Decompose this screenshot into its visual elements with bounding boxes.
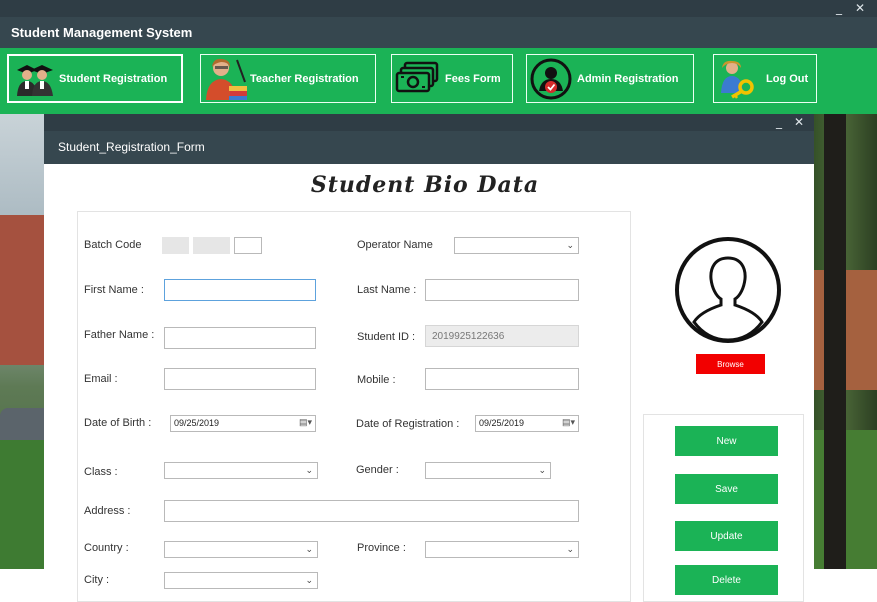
new-button[interactable]: New <box>675 426 778 456</box>
app-window: _ ✕ Student Management System Student Re… <box>0 0 877 602</box>
operator-name-label: Operator Name <box>357 239 433 251</box>
background-tree-trunk <box>824 114 846 569</box>
nav-fees-form-label: Fees Form <box>445 72 501 85</box>
calendar-dropdown-icon: ▤▾ <box>298 417 312 427</box>
nav-log-out-label: Log Out <box>766 72 809 85</box>
city-select[interactable]: ⌄ <box>164 572 318 589</box>
province-select[interactable]: ⌄ <box>425 541 579 558</box>
chevron-down-icon: ⌄ <box>566 544 574 554</box>
last-name-input[interactable] <box>425 279 579 301</box>
form-window-title: Student_Registration_Form <box>58 140 205 154</box>
dob-label: Date of Birth : <box>84 417 152 429</box>
chevron-down-icon: ⌄ <box>305 575 313 585</box>
nav-teacher-registration-label: Teacher Registration <box>250 72 359 85</box>
first-name-input[interactable] <box>164 279 316 301</box>
user-avatar-icon <box>675 237 781 343</box>
batch-code-part3[interactable] <box>234 237 262 254</box>
browse-button[interactable]: Browse <box>696 354 765 374</box>
students-icon <box>17 65 53 96</box>
background-lawn <box>0 440 44 569</box>
logout-key-icon <box>721 60 754 99</box>
email-label: Email : <box>84 373 118 385</box>
form-close-button[interactable]: ✕ <box>794 116 804 128</box>
calendar-dropdown-icon: ▤▾ <box>561 417 575 427</box>
father-name-label: Father Name : <box>84 329 155 341</box>
money-icon <box>395 61 439 93</box>
mobile-input[interactable] <box>425 368 579 390</box>
chevron-down-icon: ⌄ <box>566 240 574 250</box>
dob-picker[interactable]: 09/25/2019 ▤▾ <box>170 415 316 432</box>
save-button[interactable]: Save <box>675 474 778 504</box>
form-heading: Student Bio Data <box>310 172 540 198</box>
delete-button[interactable]: Delete <box>675 565 778 595</box>
admin-icon <box>530 58 572 100</box>
form-minimize-button[interactable]: _ <box>776 116 782 128</box>
form-window-top-strip <box>44 114 814 131</box>
chevron-down-icon: ⌄ <box>305 544 313 554</box>
first-name-label: First Name : <box>84 284 144 296</box>
teacher-icon <box>206 58 247 100</box>
country-label: Country : <box>84 542 129 554</box>
background-building <box>0 215 44 365</box>
nav-admin-registration[interactable]: Admin Registration <box>526 54 694 103</box>
update-button[interactable]: Update <box>675 521 778 551</box>
operator-name-select[interactable]: ⌄ <box>454 237 579 254</box>
dor-picker[interactable]: 09/25/2019 ▤▾ <box>475 415 579 432</box>
student-id-label: Student ID : <box>357 331 416 343</box>
address-label: Address : <box>84 505 131 517</box>
dor-value: 09/25/2019 <box>479 418 525 428</box>
minimize-button[interactable]: _ <box>836 2 842 14</box>
nav-student-registration[interactable]: Student Registration <box>7 54 183 103</box>
dob-value: 09/25/2019 <box>174 418 220 428</box>
last-name-label: Last Name : <box>357 284 417 296</box>
background-car <box>0 408 44 444</box>
city-label: City : <box>84 574 110 586</box>
app-title: Student Management System <box>11 25 193 40</box>
province-label: Province : <box>357 542 406 554</box>
nav-log-out[interactable]: Log Out <box>713 54 817 103</box>
student-id-field[interactable] <box>425 325 579 347</box>
class-label: Class : <box>84 466 118 478</box>
father-name-input[interactable] <box>164 327 316 349</box>
chevron-down-icon: ⌄ <box>538 465 546 475</box>
mobile-label: Mobile : <box>357 374 396 386</box>
chevron-down-icon: ⌄ <box>305 465 313 475</box>
nav-admin-registration-label: Admin Registration <box>577 72 679 85</box>
class-select[interactable]: ⌄ <box>164 462 318 479</box>
nav-teacher-registration[interactable]: Teacher Registration <box>200 54 376 103</box>
gender-select[interactable]: ⌄ <box>425 462 551 479</box>
nav-student-registration-label: Student Registration <box>59 72 168 85</box>
batch-code-part2[interactable] <box>193 237 230 254</box>
batch-code-part1[interactable] <box>162 237 189 254</box>
address-input[interactable] <box>164 500 579 522</box>
email-input[interactable] <box>164 368 316 390</box>
gender-label: Gender : <box>356 464 399 476</box>
country-select[interactable]: ⌄ <box>164 541 318 558</box>
batch-code-label: Batch Code <box>84 239 142 251</box>
dor-label: Date of Registration : <box>356 418 460 430</box>
nav-fees-form[interactable]: Fees Form <box>391 54 513 103</box>
window-top-strip <box>0 0 877 17</box>
close-button[interactable]: ✕ <box>855 2 865 14</box>
